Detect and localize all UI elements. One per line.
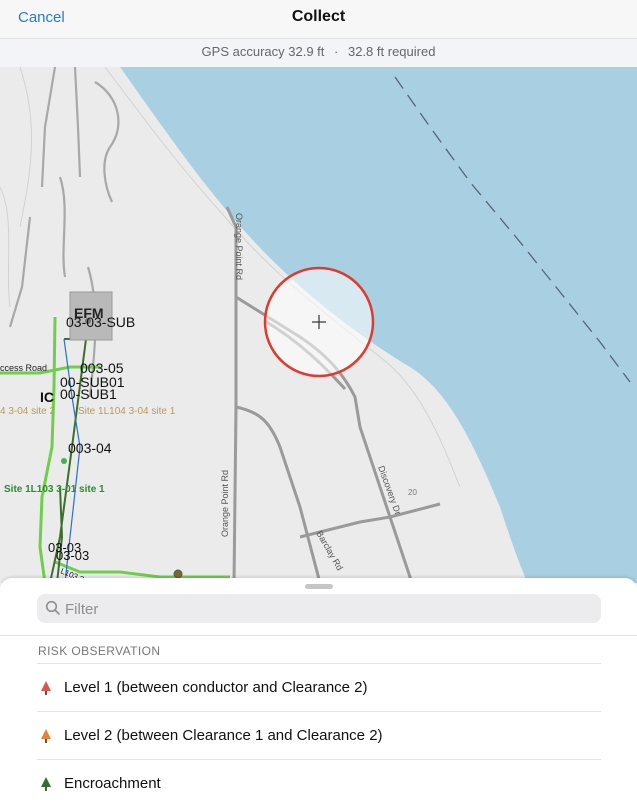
list-item-label: Level 1 (between conductor and Clearance… (64, 679, 368, 696)
list-item-label: Encroachment (64, 775, 161, 792)
map-node-marker[interactable] (173, 569, 183, 579)
list-item-label: Level 2 (between Clearance 1 and Clearan… (64, 727, 383, 744)
collect-target[interactable] (263, 266, 375, 378)
node-label: 00-SUB1 (60, 386, 117, 402)
node-label: 03-03 (56, 548, 89, 563)
gps-accuracy-text: GPS accuracy 32.9 ft (201, 44, 325, 59)
list-item-level-2[interactable]: Level 2 (between Clearance 1 and Clearan… (37, 711, 601, 760)
map-view[interactable]: Orange Point Rd Orange Point Rd Discover… (0, 67, 637, 583)
divider (0, 635, 637, 636)
tree-icon (41, 729, 51, 743)
gps-accuracy-bar: GPS accuracy 32.9 ft · 32.8 ft required (0, 39, 637, 68)
site-label: 4 3-04 site 2 (0, 406, 55, 417)
site-label: Site 1L104 3-04 site 1 (78, 406, 176, 417)
filter-field[interactable] (37, 594, 601, 625)
list-item-level-1[interactable]: Level 1 (between conductor and Clearance… (37, 663, 601, 712)
node-label: IC (40, 389, 54, 405)
search-icon (45, 600, 60, 615)
tree-icon (41, 777, 51, 791)
section-header: RISK OBSERVATION (38, 644, 161, 658)
gps-required-text: 32.8 ft required (347, 44, 436, 59)
map-canvas[interactable]: Orange Point Rd Orange Point Rd Discover… (0, 67, 637, 583)
map-node-marker[interactable] (61, 458, 67, 464)
bottom-sheet: RISK OBSERVATION Level 1 (between conduc… (0, 578, 637, 810)
page-title: Collect (291, 8, 346, 25)
access-road-label: ccess Road (0, 363, 47, 373)
orange-point-rd-label: Orange Point Rd (220, 470, 230, 537)
contour-label: 20 (408, 488, 417, 497)
site-label: Site 1L103 3-01 site 1 (4, 484, 105, 495)
sheet-grabber-handle[interactable] (305, 584, 333, 589)
filter-input[interactable] (63, 594, 587, 625)
tree-icon (41, 681, 51, 695)
navigation-bar: Cancel Collect (0, 0, 637, 39)
node-label: 003-04 (68, 440, 112, 456)
orange-point-rd-label: Orange Point Rd (234, 213, 244, 280)
gps-separator: · (334, 44, 339, 59)
substation-label: 03-03-SUB (66, 314, 135, 330)
list-item-encroachment[interactable]: Encroachment (37, 759, 601, 808)
